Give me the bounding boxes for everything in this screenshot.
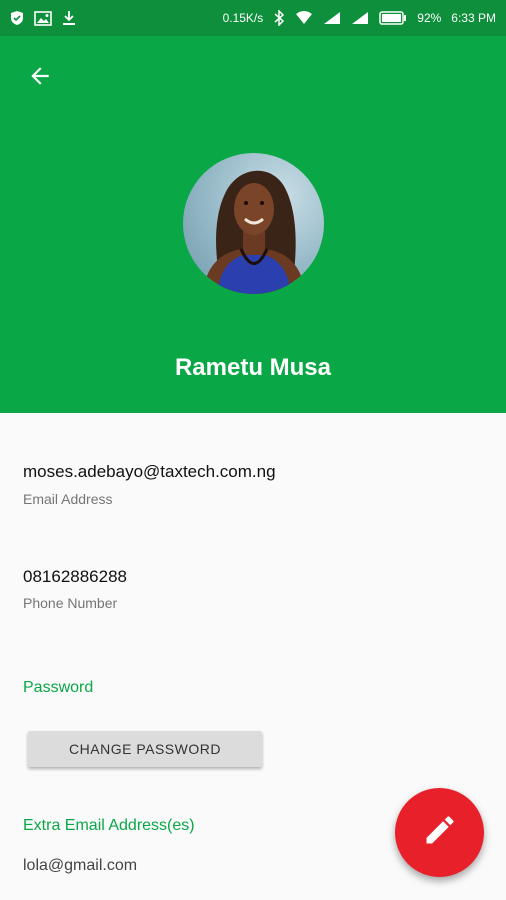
image-icon	[34, 10, 52, 26]
email-value: moses.adebayo@taxtech.com.ng	[23, 462, 276, 481]
email-label: Email Address	[23, 491, 113, 507]
phone-value: 08162886288	[23, 567, 128, 586]
phone-label: Phone Number	[23, 595, 118, 611]
back-button[interactable]	[20, 58, 60, 98]
profile-name: Rametu Musa	[174, 354, 332, 381]
status-bar-right: 0.15K/s 92% 6:33 PM	[223, 10, 496, 26]
battery-percent: 92%	[417, 11, 442, 25]
pencil-icon	[422, 812, 458, 853]
extra-email-item: lola@gmail.com	[23, 857, 138, 874]
wifi-icon	[295, 11, 313, 25]
battery-icon	[379, 11, 407, 25]
extra-email-section-title: Extra Email Address(es)	[23, 817, 195, 834]
signal-icon	[323, 11, 341, 25]
profile-header: Rametu Musa	[0, 36, 506, 413]
clock: 6:33 PM	[451, 11, 496, 25]
status-bar-left	[10, 10, 76, 26]
network-speed: 0.15K/s	[222, 11, 264, 25]
download-icon	[62, 10, 76, 26]
shield-icon	[10, 10, 24, 26]
status-bar: 0.15K/s 92% 6:33 PM	[0, 0, 506, 36]
change-password-button[interactable]: CHANGE PASSWORD	[28, 731, 262, 767]
edit-fab-button[interactable]	[395, 788, 484, 877]
signal-icon	[351, 11, 369, 25]
arrow-left-icon	[27, 63, 53, 94]
bluetooth-icon	[273, 10, 285, 26]
password-section-title: Password	[23, 679, 94, 696]
avatar	[183, 153, 324, 294]
